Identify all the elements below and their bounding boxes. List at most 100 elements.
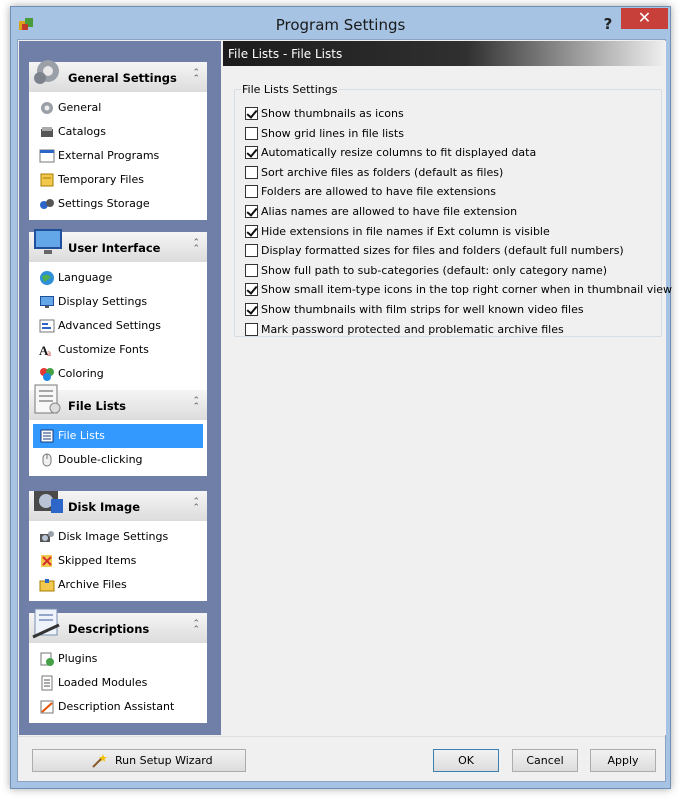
sidebar-item-customize-fonts[interactable]: Aa Customize Fonts	[33, 338, 203, 362]
file-list-icon	[31, 382, 65, 416]
sidebar-group-items: Language Display Settings Advanced Setting…	[29, 262, 207, 390]
option-checkbox[interactable]	[245, 107, 258, 120]
sidebar-item-archive-files[interactable]: Archive Files	[33, 573, 203, 597]
option-checkbox[interactable]	[245, 205, 258, 218]
option-label: Show thumbnails as icons	[261, 107, 404, 120]
sidebar-group-descriptions: Descriptions ⌃ ⌃ Plugins Loaded Modules Descr…	[29, 608, 207, 723]
sidebar-item-temporary-files[interactable]: Temporary Files	[33, 168, 203, 192]
settings-group-title: File Lists Settings	[242, 83, 338, 96]
cancel-button[interactable]: Cancel	[512, 749, 578, 772]
sidebar-item-label: Plugins	[58, 652, 98, 665]
help-button[interactable]: ?	[596, 13, 620, 35]
sidebar-item-settings-storage[interactable]: Settings Storage	[33, 192, 203, 216]
sidebar-group-user-interface: User Interface ⌃ ⌃ Language Display Settings…	[29, 229, 207, 390]
catalogs-icon	[39, 124, 55, 140]
option-label: Display formatted sizes for files and fo…	[261, 244, 624, 258]
button-bar: Run Setup Wizard OK Cancel Apply	[18, 736, 665, 781]
sidebar-item-display-settings[interactable]: Display Settings	[33, 290, 203, 314]
coloring-icon	[39, 366, 55, 382]
sidebar-item-label: Double-clicking	[58, 453, 143, 466]
description-assistant-icon	[39, 699, 55, 715]
globe-icon	[39, 270, 55, 286]
sidebar: General Settings ⌃ ⌃ General Catalogs Externa…	[19, 41, 221, 735]
sidebar-item-advanced-settings[interactable]: Advanced Settings	[33, 314, 203, 338]
run-setup-wizard-label: Run Setup Wizard	[115, 754, 213, 767]
option-checkbox[interactable]	[245, 322, 258, 336]
panel-header-title: File Lists - File Lists	[228, 47, 343, 61]
sidebar-item-description-assistant[interactable]: Description Assistant	[33, 695, 203, 719]
sidebar-group-disk-image: Disk Image ⌃ ⌃ Disk Image Settings Skipped I…	[29, 491, 207, 601]
collapse-chevron-icon[interactable]: ⌃ ⌃	[192, 498, 199, 513]
sidebar-group-header[interactable]: User Interface ⌃ ⌃	[29, 229, 207, 262]
option-label: Show full path to sub-categories (defaul…	[261, 263, 608, 277]
close-button[interactable]: ✕	[621, 8, 668, 29]
option-label: Hide extensions in file names if Ext col…	[261, 224, 550, 238]
descriptions-icon	[31, 605, 65, 639]
general-icon	[39, 100, 55, 116]
option-checkbox[interactable]	[245, 244, 258, 258]
option-checkbox[interactable]	[245, 126, 258, 140]
display-icon	[39, 294, 55, 310]
collapse-chevron-icon[interactable]: ⌃ ⌃	[192, 620, 199, 635]
sidebar-group-header[interactable]: File Lists ⌃ ⌃	[29, 384, 207, 420]
run-setup-wizard-button[interactable]: Run Setup Wizard	[32, 749, 246, 772]
sidebar-item-label: Language	[58, 271, 113, 284]
dialog-client: General Settings ⌃ ⌃ General Catalogs Externa…	[17, 39, 672, 782]
sidebar-item-label: Disk Image Settings	[58, 530, 169, 543]
option-label: Folders are allowed to have file extensi…	[261, 185, 496, 199]
title-bar[interactable]: Program Settings ? ✕	[11, 7, 670, 39]
option-checkbox[interactable]	[245, 224, 258, 238]
sidebar-item-label: Archive Files	[58, 578, 127, 591]
sidebar-group-header[interactable]: Disk Image ⌃ ⌃	[29, 491, 207, 521]
monitor-icon	[31, 224, 65, 258]
sidebar-item-label: Loaded Modules	[58, 676, 148, 689]
sidebar-item-catalogs[interactable]: Catalogs	[33, 120, 203, 144]
option-checkbox[interactable]	[245, 165, 258, 179]
svg-text:a: a	[47, 348, 51, 358]
sidebar-item-label: Skipped Items	[58, 554, 137, 567]
option-checkbox[interactable]	[245, 283, 258, 297]
sidebar-item-skipped-items[interactable]: Skipped Items	[33, 549, 203, 573]
option-label: Show grid lines in file lists	[261, 126, 404, 140]
collapse-chevron-icon[interactable]: ⌃ ⌃	[192, 397, 199, 412]
file-lists-icon	[39, 428, 55, 444]
external-programs-icon	[39, 148, 55, 164]
sidebar-item-label: Display Settings	[58, 295, 148, 308]
sidebar-item-label: Settings Storage	[58, 197, 150, 210]
sidebar-group-items: Plugins Loaded Modules Description Assista…	[29, 643, 207, 723]
sidebar-group-items: General Catalogs External Programs Temporar…	[29, 92, 207, 220]
sidebar-group-header[interactable]: General Settings ⌃ ⌃	[29, 60, 207, 92]
option-checkbox[interactable]	[245, 303, 258, 316]
sidebar-item-label: Description Assistant	[58, 700, 175, 713]
sidebar-group-items: Disk Image Settings Skipped Items Archive …	[29, 521, 207, 601]
sidebar-group-file-lists: File Lists ⌃ ⌃ File Lists Double-clicking	[29, 384, 207, 476]
option-label: Mark password protected and problematic …	[261, 322, 564, 336]
sidebar-group-header[interactable]: Descriptions ⌃ ⌃	[29, 608, 207, 643]
option-label: Alias names are allowed to have file ext…	[261, 205, 518, 218]
sidebar-item-label: External Programs	[58, 149, 160, 162]
sidebar-item-plugins[interactable]: Plugins	[33, 647, 203, 671]
ok-button[interactable]: OK	[433, 749, 499, 772]
collapse-chevron-icon[interactable]: ⌃ ⌃	[192, 239, 199, 254]
option-checkbox[interactable]	[245, 146, 258, 160]
sidebar-item-double-clicking[interactable]: Double-clicking	[33, 448, 203, 472]
sidebar-group-items: File Lists Double-clicking	[29, 420, 207, 476]
sidebar-item-loaded-modules[interactable]: Loaded Modules	[33, 671, 203, 695]
sidebar-item-general[interactable]: General	[33, 96, 203, 120]
option-label: Sort archive files as folders (default a…	[261, 165, 504, 179]
option-checkbox[interactable]	[245, 263, 258, 277]
sidebar-item-language[interactable]: Language	[33, 266, 203, 290]
disk-image-icon	[31, 483, 65, 517]
loaded-modules-icon	[39, 675, 55, 691]
advanced-settings-icon	[39, 318, 55, 334]
option-label: Show thumbnails with film strips for wel…	[261, 303, 584, 316]
sidebar-item-file-lists[interactable]: File Lists	[33, 424, 203, 448]
temporary-files-icon	[39, 172, 55, 188]
collapse-chevron-icon[interactable]: ⌃ ⌃	[192, 69, 199, 84]
apply-button[interactable]: Apply	[590, 749, 656, 772]
sidebar-item-disk-image-settings[interactable]: Disk Image Settings	[33, 525, 203, 549]
option-checkbox[interactable]	[245, 185, 258, 199]
mouse-icon	[39, 452, 55, 468]
sidebar-group-title: General Settings	[68, 71, 177, 85]
sidebar-item-external-programs[interactable]: External Programs	[33, 144, 203, 168]
